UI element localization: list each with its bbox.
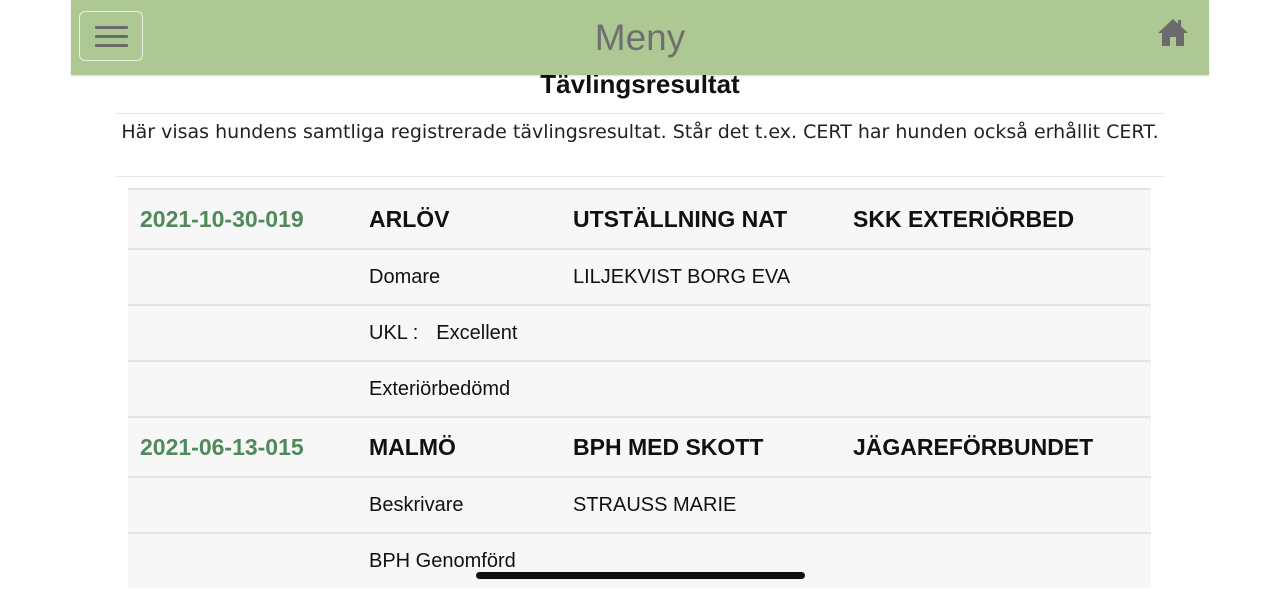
result-organizer: JÄGAREFÖRBUNDET (853, 416, 1151, 477)
header-title: Meny (594, 17, 686, 58)
hamburger-menu-icon-bar (95, 44, 128, 47)
detail-label: BPH Genomförd (369, 532, 573, 588)
result-header-row[interactable]: 2021-06-13-015 MALMÖ BPH MED SKOTT JÄGAR… (128, 416, 1151, 477)
result-event: BPH MED SKOTT (573, 416, 853, 477)
detail-value: STRAUSS MARIE (573, 476, 853, 533)
results-table: 2021-10-30-019 ARLÖV UTSTÄLLNING NAT SKK… (128, 188, 1151, 588)
result-detail-row: Exteriörbedömd (128, 360, 1151, 417)
result-date: 2021-06-13-015 (128, 416, 369, 477)
result-place: ARLÖV (369, 188, 573, 249)
detail-class-cell: UKL : Excellent (369, 304, 573, 361)
detail-value: LILJEKVIST BORG EVA (573, 248, 853, 305)
result-detail-row: Domare LILJEKVIST BORG EVA (128, 248, 1151, 305)
hamburger-menu-icon-bar (95, 35, 128, 38)
result-place: MALMÖ (369, 416, 573, 477)
result-header-row[interactable]: 2021-10-30-019 ARLÖV UTSTÄLLNING NAT SKK… (128, 188, 1151, 249)
result-date: 2021-10-30-019 (128, 188, 369, 249)
home-indicator-bar[interactable] (476, 572, 805, 579)
menu-button[interactable] (79, 11, 143, 61)
result-event: UTSTÄLLNING NAT (573, 188, 853, 249)
detail-value: Excellent (436, 321, 518, 344)
result-organizer: SKK EXTERIÖRBED (853, 188, 1151, 249)
results-page: Tävlingsresultat Meny Här visas hundens … (0, 0, 1280, 591)
detail-label: UKL : (369, 321, 419, 344)
intro-text: Här visas hundens samtliga registrerade … (116, 113, 1164, 177)
detail-label: Domare (369, 248, 573, 305)
result-detail-row: UKL : Excellent (128, 304, 1151, 361)
hamburger-menu-icon (95, 26, 128, 29)
detail-label: Beskrivare (369, 476, 573, 533)
detail-label: Exteriörbedömd (369, 360, 573, 417)
home-icon[interactable] (1157, 16, 1189, 48)
top-navigation-bar: Meny (71, 0, 1209, 75)
result-detail-row: Beskrivare STRAUSS MARIE (128, 476, 1151, 533)
result-detail-row: BPH Genomförd (128, 532, 1151, 588)
